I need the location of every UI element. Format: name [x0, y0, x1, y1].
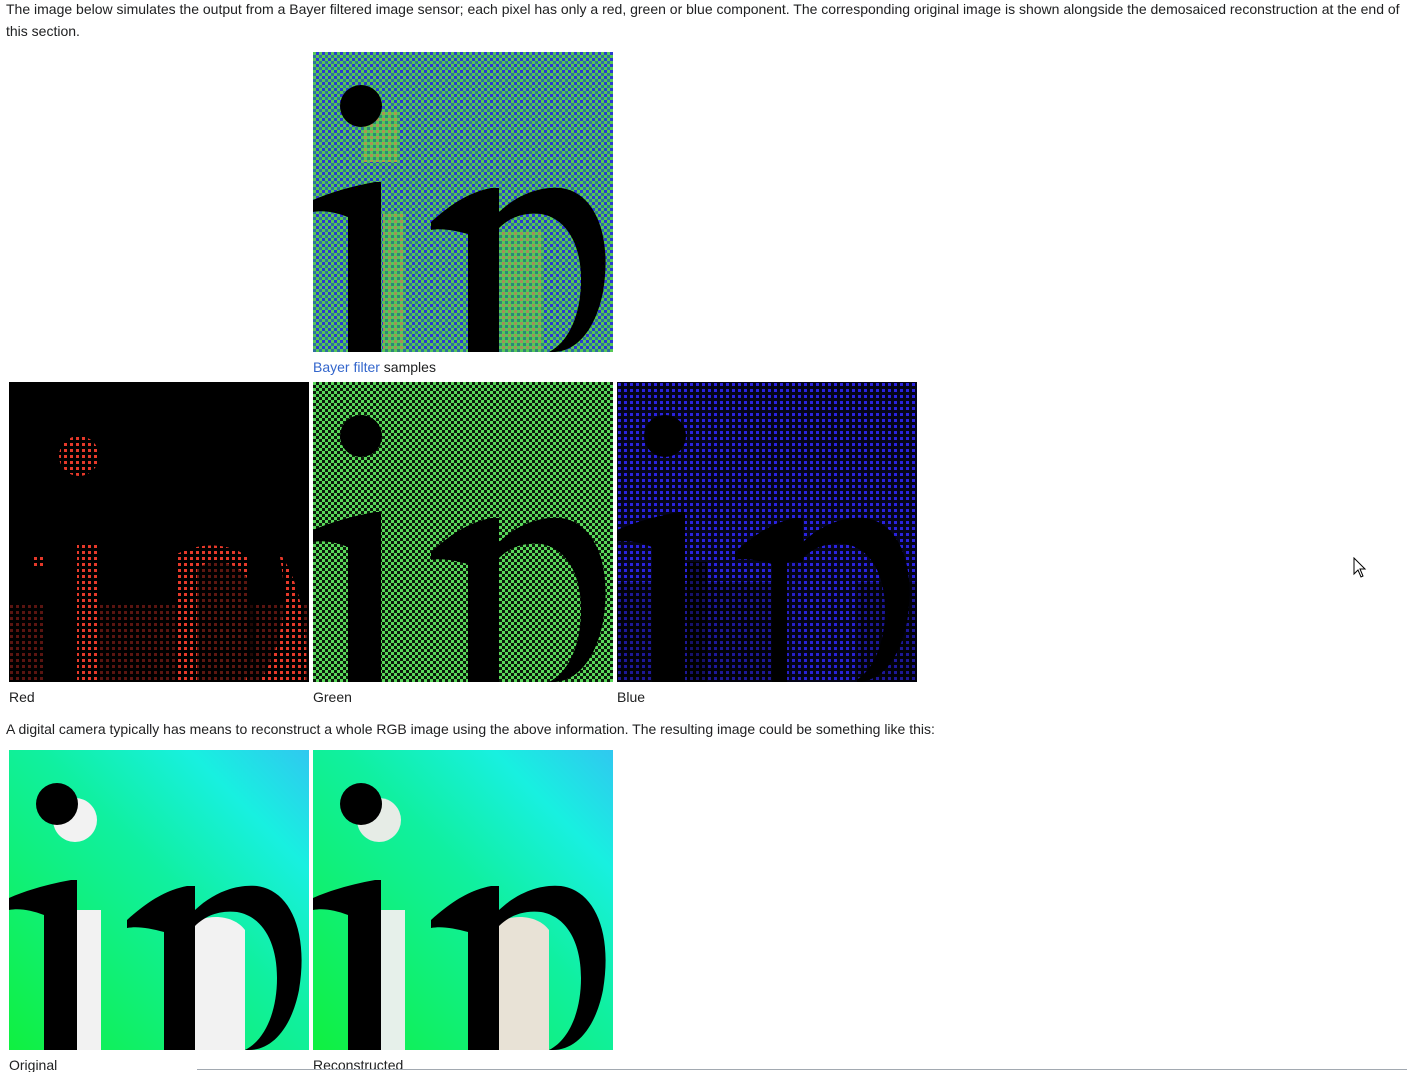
reconstructed-image	[313, 750, 613, 1050]
green-channel-image	[313, 382, 613, 682]
bayer-filter-caption-rest: samples	[379, 359, 436, 375]
red-channel-caption: Red	[9, 689, 35, 705]
blue-channel-figure: Blue	[617, 382, 917, 706]
original-image	[9, 750, 309, 1050]
red-channel-image	[9, 382, 309, 682]
red-channel-figure: Red	[9, 382, 309, 706]
bottom-divider	[197, 1069, 1407, 1070]
article-section: The image below simulates the output fro…	[0, 0, 1407, 1072]
reconstructed-figure: Reconstructed	[313, 750, 613, 1072]
bayer-filter-image	[313, 52, 613, 352]
green-channel-figure: Green	[313, 382, 613, 706]
bayer-filter-link[interactable]: Bayer filter	[313, 359, 380, 375]
reconstruction-paragraph: A digital camera typically has means to …	[6, 721, 935, 737]
bayer-filter-caption: Bayer filter samples	[313, 358, 613, 376]
intro-paragraph: The image below simulates the output fro…	[6, 1, 1400, 39]
green-channel-caption: Green	[313, 689, 352, 705]
mouse-pointer-icon	[1353, 557, 1367, 578]
blue-channel-caption: Blue	[617, 689, 646, 705]
bayer-filter-figure: Bayer filter samples	[313, 52, 613, 376]
blue-channel-image	[617, 382, 917, 682]
original-figure: Original	[9, 750, 309, 1072]
